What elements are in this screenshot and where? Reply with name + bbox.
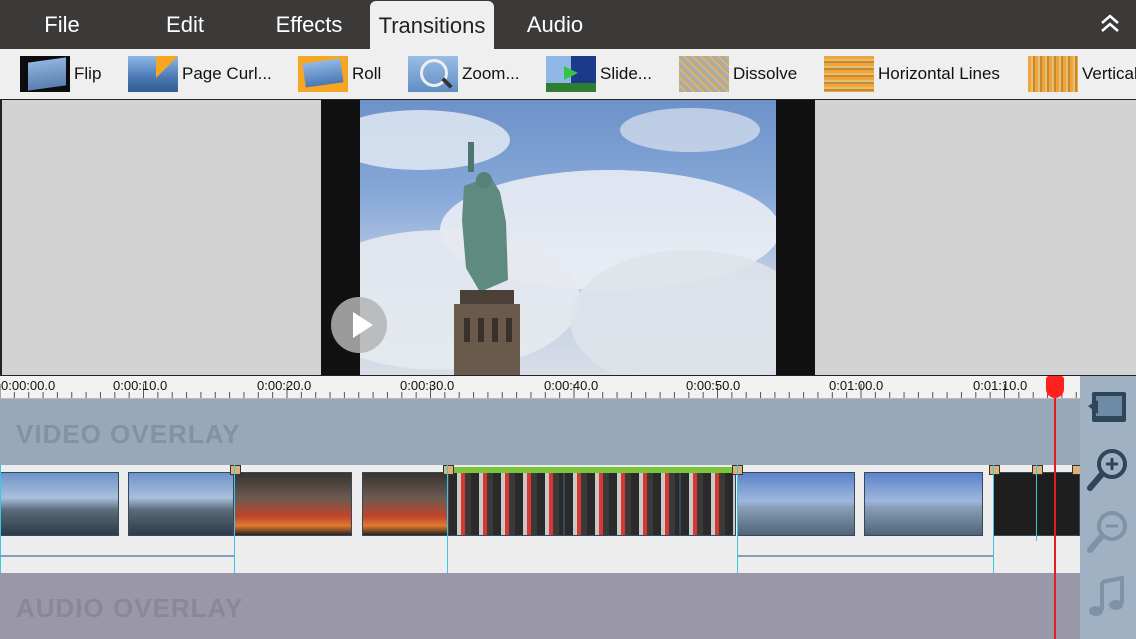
video-clip[interactable] [234,472,352,536]
video-clip[interactable] [448,472,564,536]
video-clip[interactable] [362,472,448,536]
transition-bar[interactable] [449,467,737,473]
playhead-handle[interactable] [1046,376,1064,398]
menu-file[interactable]: File [22,0,102,49]
dissolve-thumb [679,56,729,92]
transition-label: Slide... [600,64,652,83]
video-clip[interactable] [564,472,680,536]
clip-handle[interactable] [443,465,454,475]
roll-thumb [298,56,348,92]
play-button[interactable] [331,297,387,353]
vertical-lines-thumb [1028,56,1078,92]
transition-label: Roll [352,64,382,83]
transition-vertical-lines[interactable]: Vertical [1028,55,1136,93]
zoom-out-button[interactable] [1084,508,1132,556]
statue-of-liberty-image [360,108,776,375]
clip-marker [447,465,448,573]
timeline-tools [1080,376,1136,639]
menu-effects[interactable]: Effects [262,0,356,49]
transition-label: Dissolve [733,64,798,83]
transition-zoom[interactable]: Zoom... [408,55,520,93]
horizontal-lines-thumb [824,56,874,92]
clip-marker [234,465,235,573]
video-preview[interactable] [0,99,1136,376]
video-clip[interactable] [737,472,855,536]
video-overlay-track[interactable]: VIDEO OVERLAY [0,399,1080,465]
music-note-icon [1089,575,1124,616]
video-clip[interactable] [680,472,736,536]
clip-duration-line [0,555,234,557]
transition-dissolve[interactable]: Dissolve [679,55,797,93]
ruler-label: 0:00:50.0 [686,378,741,393]
collapse-button[interactable] [1090,0,1130,49]
ruler-label: 0:00:20.0 [257,378,312,393]
zoom-out-icon [1087,511,1127,553]
video-clip[interactable] [128,472,234,536]
audio-overlay-label: AUDIO OVERLAY [16,593,244,623]
zoom-in-icon [1087,449,1127,491]
ruler-label: 0:01:10.0 [973,378,1028,393]
transition-slide[interactable]: Slide... [546,55,652,93]
transition-label: Horizontal Lines [878,64,1000,83]
transition-label: Flip [74,64,102,83]
preview-background [0,100,321,375]
clip-duration-line [737,555,993,557]
page-curl-thumb [128,56,178,92]
transition-horizontal-lines[interactable]: Horizontal Lines [824,55,1000,93]
transition-label: Zoom... [462,64,520,83]
clip-handle[interactable] [230,465,241,475]
overlay-button[interactable] [1084,384,1132,432]
transition-roll[interactable]: Roll [298,55,381,93]
flip-thumb [20,56,70,92]
video-overlay-label: VIDEO OVERLAY [16,419,241,449]
music-button[interactable] [1084,574,1132,622]
menu-edit[interactable]: Edit [145,0,225,49]
playhead-line [1054,395,1056,639]
zoom-thumb [408,56,458,92]
slide-thumb [546,56,596,92]
preview-frame [360,100,776,375]
menu-transitions[interactable]: Transitions [370,1,494,49]
main-video-track[interactable] [0,465,1082,573]
clip-handle[interactable] [989,465,1000,475]
ruler-label: 0:00:00.0 [1,378,56,393]
video-clip[interactable] [864,472,983,536]
transition-flip[interactable]: Flip [20,55,101,93]
ruler-label: 0:00:10.0 [113,378,168,393]
clip-marker [993,465,994,573]
zoom-in-button[interactable] [1084,446,1132,494]
audio-overlay-track[interactable]: AUDIO OVERLAY [0,573,1080,639]
menu-bar: File Edit Effects Transitions Audio [0,0,1136,49]
ruler-label: 0:01:00.0 [829,378,884,393]
timeline-ruler[interactable]: 0:00:00.0 0:00:10.0 0:00:20.0 0:00:30.0 … [0,376,1080,399]
transition-label: Vertical [1082,64,1136,83]
clip-handle[interactable] [1032,465,1043,475]
overlay-icon [1088,392,1126,422]
ruler-label: 0:00:30.0 [400,378,455,393]
transitions-strip: Flip Page Curl... Roll Zoom... Slide... … [0,49,1136,100]
transition-page-curl[interactable]: Page Curl... [128,55,272,93]
transition-label: Page Curl... [182,64,272,83]
clip-marker [1036,465,1037,541]
video-clip[interactable] [0,472,119,536]
ruler-label: 0:00:40.0 [544,378,599,393]
double-chevron-up-icon [1101,14,1119,32]
menu-audio[interactable]: Audio [515,0,595,49]
